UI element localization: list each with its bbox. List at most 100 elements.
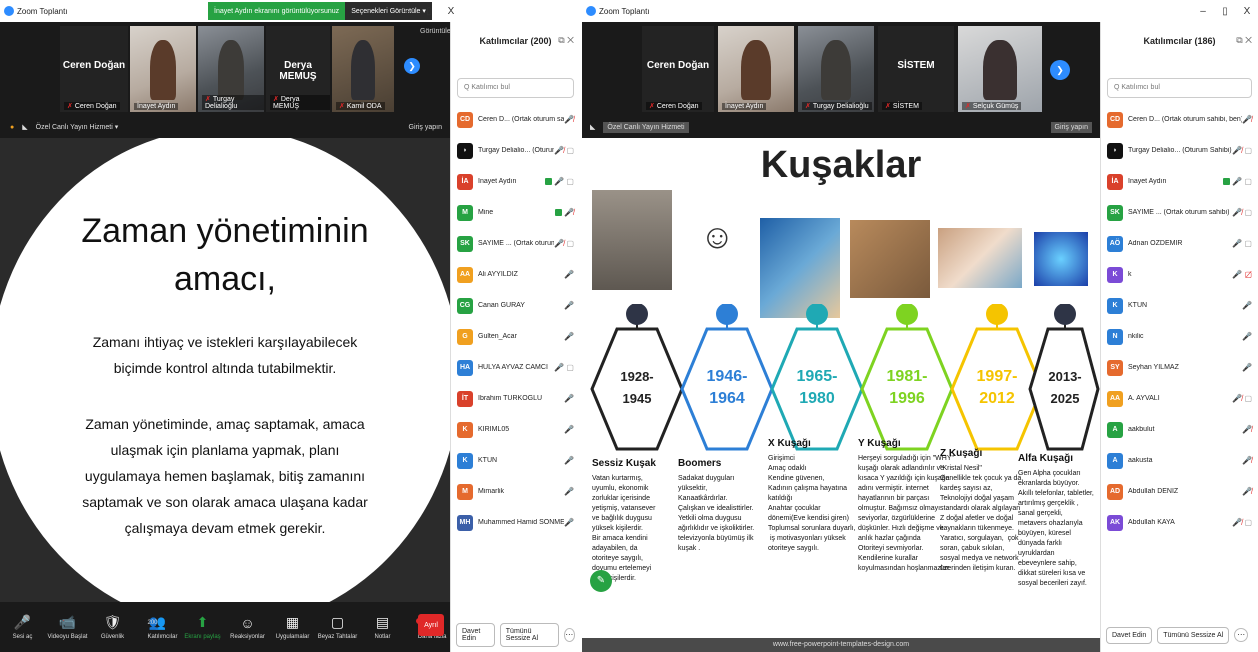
participant-status-icon: 🎤 [564, 301, 574, 310]
reactions-button[interactable]: ☺ Reaksiyonlar [225, 615, 270, 640]
toolbar-label: Ekranı paylaş [184, 634, 221, 640]
participant-row[interactable]: M Mimarlik 🎤 [451, 476, 580, 507]
slide-text: Zaman yönetiminde, amaç saptamak, amaca [85, 416, 365, 432]
panel-popout-close-icon[interactable]: ⧉ ✕ [558, 35, 574, 46]
avatar: İA [1107, 173, 1123, 190]
video-tile[interactable]: ✗ Turgay Delialioğlu [198, 26, 264, 112]
avatar: CG [457, 297, 473, 314]
video-tile[interactable]: SİSTEM ✗ SİSTEM [878, 26, 954, 112]
avatar: K [1107, 297, 1123, 314]
participant-row[interactable]: Aaakusta 🎤̸ [1101, 445, 1258, 476]
mic-muted-icon: 🎤 [13, 614, 32, 630]
participant-row[interactable]: K KIRIML05 🎤 [451, 414, 580, 445]
video-tile[interactable]: Ceren Doğan ✗ Ceren Doğan [642, 26, 714, 112]
annotate-pen-icon[interactable]: ✎ [590, 570, 612, 592]
video-tile[interactable]: ✗ Kamil ODA [332, 26, 394, 112]
participant-row[interactable]: CG Canan GÜRAY 🎤 [451, 290, 580, 321]
video-tile[interactable]: İnayet Aydın [718, 26, 794, 112]
participant-row[interactable]: İA İnayet Aydın 🎤 ▢ [451, 166, 580, 197]
avatar: AK [1107, 514, 1123, 531]
mic-muted-button[interactable]: 🎤 Sesi aç [0, 614, 45, 640]
shield-button[interactable]: 🛡 Güvenlik [90, 614, 135, 640]
participant-search-input[interactable]: Q Katılımcı bul [1107, 78, 1252, 98]
signin-link[interactable]: Giriş yapın [1050, 121, 1092, 133]
video-tile[interactable]: Derya MEMUŞ ✗ Derya MEMUŞ [266, 26, 330, 112]
video-tile[interactable]: Ceren Doğan ✗ Ceren Doğan [60, 26, 128, 112]
participant-row[interactable]: M Mine 🎤̸ [451, 197, 580, 228]
share-screen-button[interactable]: ⬆ Ekranı paylaş [180, 614, 225, 640]
video-tile[interactable]: ✗ Turgay Delialioğlu [798, 26, 874, 112]
participant-row[interactable]: SY Seyhan YILMAZ 🎤 [1101, 352, 1258, 383]
invite-button[interactable]: Davet Edin [456, 623, 495, 647]
invite-button[interactable]: Davet Edin [1106, 626, 1153, 644]
video-tile[interactable]: ✗ Selçuk Gümüş [958, 26, 1042, 112]
maximize-button[interactable]: ▯ [418, 6, 440, 17]
participant-row[interactable]: AD Abdullah DENİZ 🎤̸ [1101, 476, 1258, 507]
participant-row[interactable]: CD Ceren D... (Ortak oturum sahibi, ben)🎤… [1101, 104, 1258, 135]
maximize-button[interactable]: ▯ [1214, 6, 1236, 17]
participant-row[interactable]: AÖ Adnan ÖZDEMİR 🎤 ▢ [1101, 228, 1258, 259]
whiteboard-button[interactable]: ▢ Beyaz Tahtalar [315, 614, 360, 640]
participant-row[interactable]: İT İbrahim TÜRKOĞLU 🎤 [451, 383, 580, 414]
participants-button[interactable]: 👥 200Katılımcılar [135, 614, 180, 640]
participant-row[interactable]: SK SAYİME ... (Ortak oturum sahibi)🎤̸ ▢ [1101, 197, 1258, 228]
participant-row[interactable]: K KTUN 🎤 [1101, 290, 1258, 321]
participant-row[interactable]: Kk 🎤 ▢̸ [1101, 259, 1258, 290]
minimize-button[interactable]: – [1192, 6, 1214, 17]
signin-link[interactable]: Giriş yapın [409, 124, 442, 131]
participant-row[interactable]: Nnkilic 🎤 [1101, 321, 1258, 352]
meeting-toolbar: 🎤 Sesi aç 📹 Videoyu Başlat 🛡 Güvenlik 👥 200Katı… [0, 602, 450, 652]
shared-slide: Zaman yönetiminin amacı, Zamanı ihtiyaç … [0, 138, 450, 602]
participant-row[interactable]: SK SAYİME ... (Ortak oturum sahibi)🎤̸ ▢ [451, 228, 580, 259]
participant-name: KTUN [1128, 302, 1148, 309]
participant-row[interactable]: AK Abdullah KAYA 🎤̸ ▢ [1101, 507, 1258, 538]
notes-button[interactable]: ▤ Notlar [360, 614, 405, 640]
avatar: AA [1107, 390, 1123, 407]
participant-row[interactable]: ◗ Turgay Delialio... (Oturum Sahibi)🎤̸ ▢ [451, 135, 580, 166]
participant-name: A. AYVALI [1128, 395, 1160, 402]
more-options-button[interactable]: ··· [563, 628, 575, 642]
slide-text: saptamak ve son olarak amaca ulaşana kad… [82, 494, 368, 510]
participant-row[interactable]: AA A. AYVALI 🎤̸ ▢ [1101, 383, 1258, 414]
participant-row[interactable]: ◗ Turgay Delialio... (Oturum Sahibi)🎤̸ ▢ [1101, 135, 1258, 166]
next-page-arrow-icon[interactable]: ❯ [1050, 60, 1070, 80]
participants-panel: Katılımcılar (186) ⧉ ✕ Q Katılımcı bul C… [1100, 22, 1258, 652]
slide-text: çalışmaya devam etmek gerekir. [124, 520, 326, 536]
video-tile[interactable]: İnayet Aydın [130, 26, 196, 112]
next-page-arrow-icon[interactable]: ❯ [404, 58, 420, 74]
mute-all-button[interactable]: Tümünü Sessize Al [499, 623, 559, 647]
live-menu[interactable]: Özel Canlı Yayın Hizmeti [603, 121, 689, 133]
minimize-button[interactable]: – [396, 6, 418, 17]
participant-row[interactable]: K KTUN 🎤 [451, 445, 580, 476]
participant-row[interactable]: Aaakbulut 🎤̸ [1101, 414, 1258, 445]
leave-button[interactable]: Ayrıl [418, 614, 444, 636]
participant-row[interactable]: HA HÜLYA AYVAZ CAMCI 🎤 ▢ [451, 352, 580, 383]
live-menu[interactable]: Özel Canlı Yayın Hizmeti ▾ [36, 123, 119, 131]
participant-row[interactable]: G Gulten_Acar 🎤 [451, 321, 580, 352]
apps-button[interactable]: ▦ Uygulamalar [270, 614, 315, 640]
video-off-button[interactable]: 📹 Videoyu Başlat [45, 614, 90, 640]
toolbar-label: Katılımcılar [147, 634, 178, 640]
participant-status-icon: 🎤 [564, 487, 574, 496]
reactions-icon: ☺ [240, 614, 255, 631]
whiteboard-icon: ▢ [330, 614, 345, 630]
babies-phone-photo [938, 228, 1022, 288]
avatar: K [457, 421, 473, 438]
participant-row[interactable]: AA Ali AYYILDIZ 🎤 [451, 259, 580, 290]
participant-name: Mine [478, 209, 494, 216]
mute-all-button[interactable]: Tümünü Sessize Al [1157, 626, 1230, 644]
more-options-button[interactable]: ··· [1234, 628, 1249, 642]
participant-row[interactable]: CD Ceren D... (Ortak oturum sahibi, ben)🎤… [451, 104, 580, 135]
participant-search-input[interactable]: Q Katılımcı bul [457, 78, 574, 98]
close-button[interactable]: X [1236, 6, 1258, 17]
participant-row[interactable]: MH Muhammed Hamid SÖNMEZ 🎤 [451, 507, 580, 538]
participant-status-icon: 🎤 ▢̸ [1232, 270, 1252, 279]
toolbar-label: Notlar [374, 634, 391, 640]
participant-name: Turgay Delialio... (Oturum Sahibi) [1128, 147, 1232, 154]
participant-name: aakbulut [1128, 426, 1155, 433]
participant-row[interactable]: İA İnayet Aydın 🎤 ▢ [1101, 166, 1258, 197]
close-button[interactable]: X [440, 6, 462, 17]
panel-popout-close-icon[interactable]: ⧉ ✕ [1236, 35, 1252, 46]
avatar: CD [457, 111, 473, 128]
baby-icon: ☺ [700, 218, 735, 256]
